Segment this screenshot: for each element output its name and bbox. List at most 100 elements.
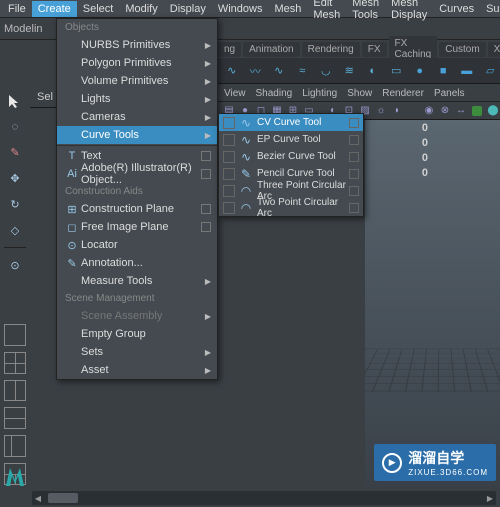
menu-item-nurbs-primitives[interactable]: NURBS Primitives▶ bbox=[57, 36, 217, 54]
rotate-tool-icon[interactable]: ↻ bbox=[4, 193, 26, 215]
curve-icon[interactable]: ≋ bbox=[340, 61, 360, 81]
menu-item-curve-tools[interactable]: Curve Tools▶ bbox=[57, 126, 217, 144]
option-box-icon[interactable] bbox=[349, 152, 359, 162]
info-icon[interactable]: ⬤ bbox=[486, 104, 500, 118]
menu-item-measure-tools[interactable]: Measure Tools▶ bbox=[57, 272, 217, 290]
checkbox-icon[interactable] bbox=[223, 134, 235, 146]
menu-file[interactable]: File bbox=[2, 1, 32, 17]
shelf-tab-custom[interactable]: Custom bbox=[439, 42, 485, 57]
panel-menu-renderer[interactable]: Renderer bbox=[382, 88, 424, 99]
expand-icon[interactable]: ↔ bbox=[454, 104, 468, 118]
lasso-tool-icon[interactable]: ◌ bbox=[4, 116, 26, 138]
option-box-icon[interactable] bbox=[201, 151, 211, 161]
option-box-icon[interactable] bbox=[349, 135, 359, 145]
menu-mesh-display[interactable]: Mesh Display bbox=[385, 0, 433, 23]
menu-item-cameras[interactable]: Cameras▶ bbox=[57, 108, 217, 126]
nurbs-plane-icon[interactable]: ▭ bbox=[387, 61, 407, 81]
menu-display[interactable]: Display bbox=[164, 1, 212, 17]
scroll-right-icon[interactable]: ▶ bbox=[484, 494, 496, 503]
poly-plane-icon[interactable]: ▱ bbox=[481, 61, 500, 81]
curve-icon[interactable]: ∿ bbox=[269, 61, 289, 81]
shelf-tab-fx[interactable]: FX bbox=[362, 42, 387, 57]
checkbox-icon[interactable] bbox=[223, 168, 235, 180]
poly-cube-icon[interactable]: ■ bbox=[434, 61, 454, 81]
panel-menu-shading[interactable]: Shading bbox=[256, 88, 293, 99]
menu-item-adobe-r-illustrator-r-object-[interactable]: AiAdobe(R) Illustrator(R) Object... bbox=[57, 165, 217, 183]
submenu-item-bezier-curve-tool[interactable]: ∿Bezier Curve Tool bbox=[219, 148, 363, 165]
option-box-icon[interactable] bbox=[201, 222, 211, 232]
layout-two-v-icon[interactable] bbox=[4, 380, 26, 402]
menu-curves[interactable]: Curves bbox=[433, 1, 480, 17]
horizontal-scrollbar[interactable]: ◀ ▶ bbox=[32, 491, 496, 505]
layout-outliner-icon[interactable] bbox=[4, 435, 26, 457]
channel-value[interactable]: 0 bbox=[422, 137, 428, 149]
option-box-icon[interactable] bbox=[349, 169, 359, 179]
option-box-icon[interactable] bbox=[349, 118, 359, 128]
layout-four-icon[interactable] bbox=[4, 352, 26, 374]
curve-icon[interactable]: ◡ bbox=[316, 61, 336, 81]
menu-item-volume-primitives[interactable]: Volume Primitives▶ bbox=[57, 72, 217, 90]
curve-icon[interactable]: ≈ bbox=[293, 61, 313, 81]
shelf-tab-animation[interactable]: Animation bbox=[243, 42, 299, 57]
shelf-tab-ng[interactable]: ng bbox=[218, 42, 241, 57]
checkbox-icon[interactable] bbox=[223, 151, 235, 163]
scroll-left-icon[interactable]: ◀ bbox=[32, 494, 44, 503]
menu-select[interactable]: Select bbox=[77, 1, 120, 17]
checkbox-icon[interactable] bbox=[223, 202, 235, 214]
menu-item-empty-group[interactable]: Empty Group bbox=[57, 325, 217, 343]
panel-menu-view[interactable]: View bbox=[224, 88, 246, 99]
layout-two-h-icon[interactable] bbox=[4, 407, 26, 429]
menu-item-sets[interactable]: Sets▶ bbox=[57, 343, 217, 361]
checkbox-icon[interactable] bbox=[223, 117, 235, 129]
shelf-tab-rendering[interactable]: Rendering bbox=[302, 42, 360, 57]
menu-item-annotation-[interactable]: ✎Annotation... bbox=[57, 254, 217, 272]
panel-menu-panels[interactable]: Panels bbox=[434, 88, 465, 99]
menu-mesh-tools[interactable]: Mesh Tools bbox=[346, 0, 385, 23]
submenu-item-ep-curve-tool[interactable]: ∿EP Curve Tool bbox=[219, 131, 363, 148]
curve-icon[interactable]: 〰 bbox=[246, 61, 266, 81]
move-tool-icon[interactable]: ✥ bbox=[4, 168, 26, 190]
menu-windows[interactable]: Windows bbox=[212, 1, 269, 17]
option-box-icon[interactable] bbox=[201, 169, 211, 179]
channel-value[interactable]: 0 bbox=[422, 152, 428, 164]
isolate-icon[interactable]: ◉ bbox=[422, 104, 436, 118]
checkbox-icon[interactable] bbox=[223, 185, 235, 197]
shelf-tab-xgen[interactable]: XGen bbox=[488, 42, 500, 57]
vp-icon[interactable] bbox=[470, 104, 484, 118]
layout-single-icon[interactable] bbox=[4, 324, 26, 346]
poly-sphere-icon[interactable]: ● bbox=[410, 61, 430, 81]
snap-icon[interactable]: ⊙ bbox=[4, 254, 26, 276]
select-tool-icon[interactable] bbox=[4, 90, 26, 112]
menu-item-lights[interactable]: Lights▶ bbox=[57, 90, 217, 108]
scroll-thumb[interactable] bbox=[48, 493, 78, 503]
shadow-icon[interactable]: ◗ bbox=[390, 104, 404, 118]
mode-selector[interactable]: Modelin bbox=[4, 23, 43, 35]
option-box-icon[interactable] bbox=[201, 204, 211, 214]
menu-surfaces[interactable]: Surfaces bbox=[480, 1, 500, 17]
panel-menu-lighting[interactable]: Lighting bbox=[302, 88, 337, 99]
submenu-item-two-point-circular-arc[interactable]: ◠Two Point Circular Arc bbox=[219, 199, 363, 216]
menu-mesh[interactable]: Mesh bbox=[268, 1, 307, 17]
menu-item-free-image-plane[interactable]: ◻Free Image Plane bbox=[57, 218, 217, 236]
xray-icon[interactable]: ⊗ bbox=[438, 104, 452, 118]
menu-modify[interactable]: Modify bbox=[119, 1, 163, 17]
channel-value[interactable]: 0 bbox=[422, 167, 428, 179]
scale-tool-icon[interactable]: ◇ bbox=[4, 219, 26, 241]
menu-item-construction-plane[interactable]: ⊞Construction Plane bbox=[57, 200, 217, 218]
nurbs-sphere-icon[interactable]: ◐ bbox=[363, 61, 383, 81]
menu-item-asset[interactable]: Asset▶ bbox=[57, 361, 217, 379]
panel-menu-show[interactable]: Show bbox=[347, 88, 372, 99]
menu-edit-mesh[interactable]: Edit Mesh bbox=[307, 0, 346, 23]
paint-tool-icon[interactable]: ✎ bbox=[4, 142, 26, 164]
poly-cyl-icon[interactable]: ▬ bbox=[457, 61, 477, 81]
submenu-item-cv-curve-tool[interactable]: ∿CV Curve Tool bbox=[219, 114, 363, 131]
menu-item-locator[interactable]: ⊙Locator bbox=[57, 236, 217, 254]
menu-item-polygon-primitives[interactable]: Polygon Primitives▶ bbox=[57, 54, 217, 72]
channel-value[interactable]: 0 bbox=[422, 122, 428, 134]
light-icon[interactable]: ☼ bbox=[374, 104, 388, 118]
option-box-icon[interactable] bbox=[349, 203, 359, 213]
menu-create[interactable]: Create bbox=[32, 1, 77, 17]
viewport[interactable]: y x z bbox=[365, 120, 500, 487]
curve-icon[interactable]: ∿ bbox=[222, 61, 242, 81]
option-box-icon[interactable] bbox=[349, 186, 359, 196]
